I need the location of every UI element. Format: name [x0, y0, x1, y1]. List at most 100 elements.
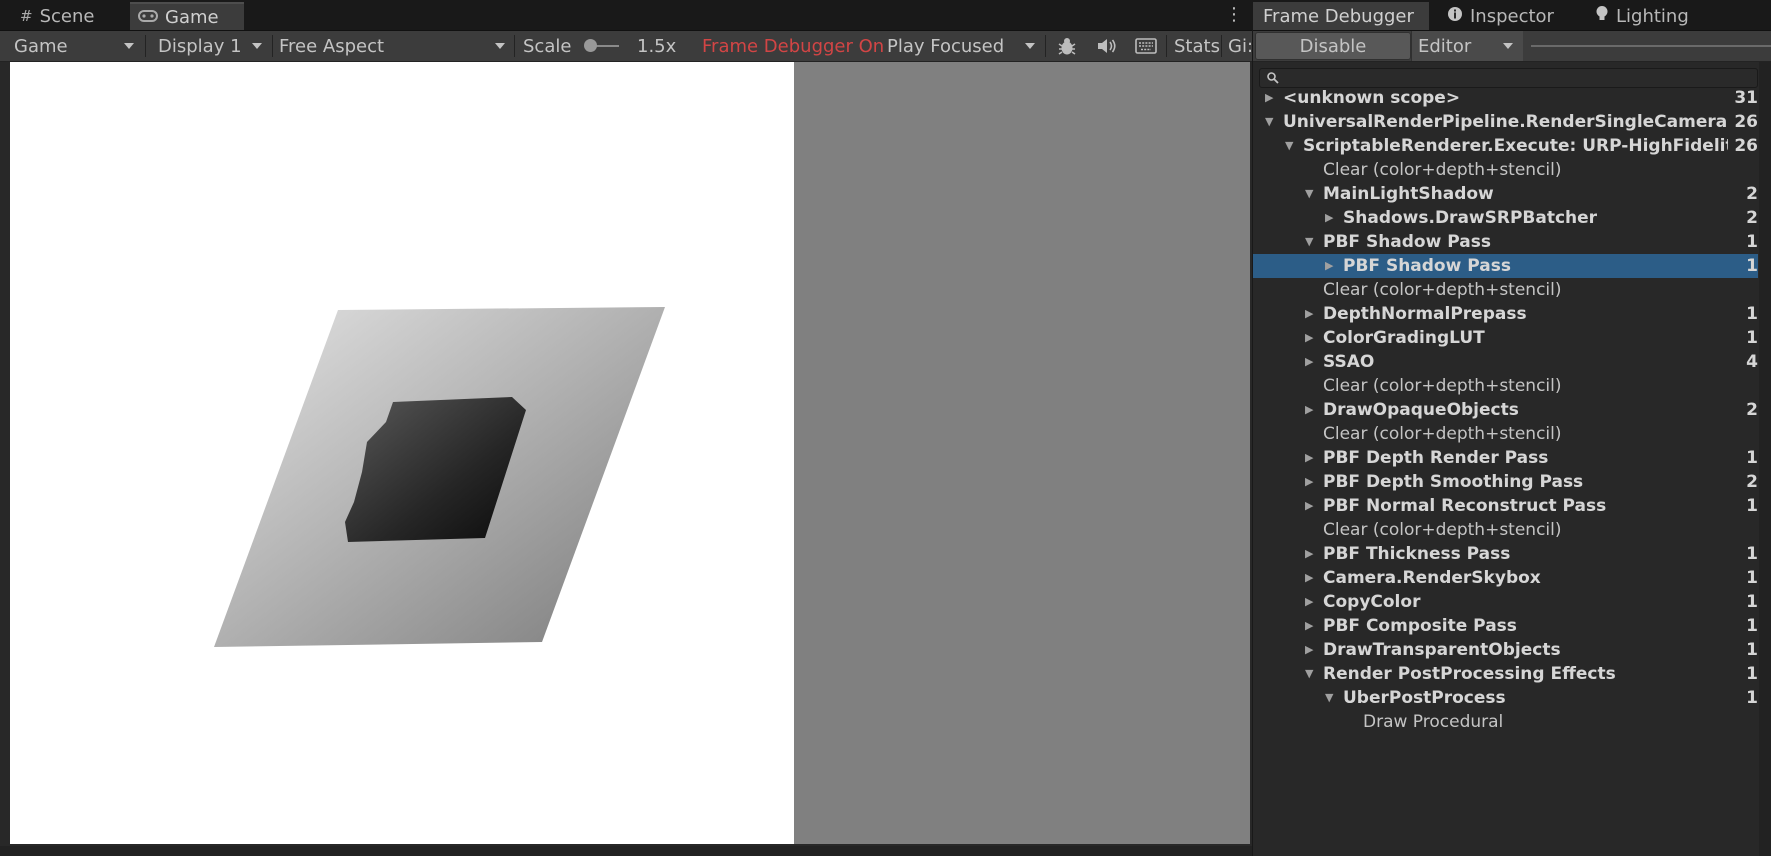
gizmos-toggle[interactable]: Gi:: [1222, 31, 1252, 61]
panel-menu-icon[interactable]: ⋮: [1225, 1, 1243, 29]
tree-row[interactable]: ▶ CopyColor 1: [1253, 590, 1758, 614]
tree-row[interactable]: ▶ PBF Depth Smoothing Pass 2: [1253, 470, 1758, 494]
bug-icon[interactable]: [1050, 31, 1080, 61]
tree-row[interactable]: Draw Procedural: [1253, 710, 1758, 734]
collapsed-arrow-icon[interactable]: ▶: [1265, 86, 1273, 110]
tree-row[interactable]: ▶ DrawTransparentObjects 1: [1253, 638, 1758, 662]
rendered-scene: [214, 307, 665, 647]
toolbar-divider: [514, 35, 515, 57]
tree-row-count: 26: [1734, 112, 1758, 132]
tree-row[interactable]: ▼ UberPostProcess 1: [1253, 686, 1758, 710]
tree-row[interactable]: ▼ PBF Shadow Pass 1: [1253, 230, 1758, 254]
collapsed-arrow-icon[interactable]: ▶: [1305, 398, 1313, 422]
keyboard-icon[interactable]: [1129, 31, 1161, 61]
tree-row-label: DrawOpaqueObjects: [1323, 400, 1519, 420]
tree-row[interactable]: ▶ PBF Normal Reconstruct Pass 1: [1253, 494, 1758, 518]
expanded-arrow-icon[interactable]: ▼: [1285, 134, 1293, 158]
tree-row[interactable]: Clear (color+depth+stencil): [1253, 374, 1758, 398]
game-view-render[interactable]: [10, 62, 794, 844]
tree-row[interactable]: Clear (color+depth+stencil): [1253, 278, 1758, 302]
view-select[interactable]: Game: [8, 31, 142, 61]
tree-row-count: 1: [1746, 640, 1758, 660]
collapsed-arrow-icon[interactable]: ▶: [1305, 614, 1313, 638]
tree-row-label: ScriptableRenderer.Execute: URP-HighFide…: [1303, 136, 1728, 156]
collapsed-arrow-icon[interactable]: ▶: [1305, 326, 1313, 350]
expanded-arrow-icon[interactable]: ▼: [1305, 662, 1313, 686]
aspect-select[interactable]: Free Aspect: [273, 31, 513, 61]
collapsed-arrow-icon[interactable]: ▶: [1305, 350, 1313, 374]
info-icon: [1447, 6, 1463, 27]
tree-row[interactable]: Clear (color+depth+stencil): [1253, 158, 1758, 182]
tree-row[interactable]: ▼ MainLightShadow 2: [1253, 182, 1758, 206]
tab-frame-debugger-label: Frame Debugger: [1263, 5, 1414, 27]
tree-row[interactable]: ▶ DepthNormalPrepass 1: [1253, 302, 1758, 326]
tree-row[interactable]: ▶ PBF Composite Pass 1: [1253, 614, 1758, 638]
letterbox-area: [794, 62, 1250, 844]
tree-row[interactable]: ▼ Render PostProcessing Effects 1: [1253, 662, 1758, 686]
tree-row-count: 1: [1746, 544, 1758, 564]
tree-row-count: 1: [1746, 256, 1758, 276]
tree-row[interactable]: ▶ PBF Depth Render Pass 1: [1253, 446, 1758, 470]
collapsed-arrow-icon[interactable]: ▶: [1305, 542, 1313, 566]
collapsed-arrow-icon[interactable]: ▶: [1305, 494, 1313, 518]
scale-slider-handle[interactable]: [584, 39, 597, 52]
tree-row-selected[interactable]: ▶ PBF Shadow Pass 1: [1253, 254, 1758, 278]
stats-toggle[interactable]: Stats: [1168, 31, 1220, 61]
tree-row[interactable]: ▼ UniversalRenderPipeline.RenderSingleCam…: [1253, 110, 1758, 134]
tree-row-label: PBF Depth Render Pass: [1323, 448, 1549, 468]
tree-row-label: PBF Composite Pass: [1323, 616, 1517, 636]
tab-inspector[interactable]: Inspector: [1437, 2, 1577, 30]
collapsed-arrow-icon[interactable]: ▶: [1305, 446, 1313, 470]
tree-row[interactable]: ▶ DrawOpaqueObjects 2: [1253, 398, 1758, 422]
tree-row[interactable]: Clear (color+depth+stencil): [1253, 518, 1758, 542]
expanded-arrow-icon[interactable]: ▼: [1305, 230, 1313, 254]
tab-scene[interactable]: # Scene: [12, 2, 122, 30]
display-select[interactable]: Display 1: [152, 31, 270, 61]
game-panel: # Scene Game ⋮ Game Display 1 Free Aspec…: [0, 0, 1252, 856]
collapsed-arrow-icon[interactable]: ▶: [1325, 206, 1333, 230]
collapsed-arrow-icon[interactable]: ▶: [1325, 254, 1333, 278]
collapsed-arrow-icon[interactable]: ▶: [1305, 470, 1313, 494]
stats-label: Stats: [1174, 35, 1220, 57]
scrollbar[interactable]: [1759, 62, 1771, 856]
collapsed-arrow-icon[interactable]: ▶: [1305, 638, 1313, 662]
event-limit-slider[interactable]: [1531, 45, 1771, 47]
tree-row[interactable]: ▶ PBF Thickness Pass 1: [1253, 542, 1758, 566]
tree-row-count: 1: [1746, 328, 1758, 348]
scale-label-text: Scale: [523, 35, 572, 57]
tree-row-count: 2: [1746, 400, 1758, 420]
tree-row-label: Clear (color+depth+stencil): [1323, 424, 1562, 444]
collapsed-arrow-icon[interactable]: ▶: [1305, 302, 1313, 326]
tab-lighting[interactable]: Lighting: [1585, 2, 1725, 30]
expanded-arrow-icon[interactable]: ▼: [1305, 182, 1313, 206]
tree-row-label: ColorGradingLUT: [1323, 328, 1485, 348]
tree-row[interactable]: ▶ Shadows.DrawSRPBatcher 2: [1253, 206, 1758, 230]
tree-row[interactable]: ▶ SSAO 4: [1253, 350, 1758, 374]
audio-icon[interactable]: [1090, 31, 1120, 61]
disable-button[interactable]: Disable: [1255, 32, 1411, 60]
play-mode-select[interactable]: Play Focused: [881, 31, 1043, 61]
right-tab-bar: Frame Debugger Inspector Lighting: [1253, 0, 1771, 31]
toolbar-divider: [1166, 35, 1167, 57]
tree-row[interactable]: Clear (color+depth+stencil): [1253, 422, 1758, 446]
tree-row[interactable]: ▶ ColorGradingLUT 1: [1253, 326, 1758, 350]
frame-debugger-toolbar: Disable Editor: [1253, 31, 1771, 62]
tree-row-label: Draw Procedural: [1363, 712, 1504, 732]
tree-row[interactable]: ▼ ScriptableRenderer.Execute: URP-HighFid…: [1253, 134, 1758, 158]
gizmos-label: Gi:: [1228, 35, 1252, 57]
expanded-arrow-icon[interactable]: ▼: [1325, 686, 1333, 710]
tree-row-label: Clear (color+depth+stencil): [1323, 520, 1562, 540]
target-select[interactable]: Editor: [1411, 31, 1523, 61]
tab-game[interactable]: Game: [130, 2, 244, 30]
tree-row-count: 2: [1746, 208, 1758, 228]
collapsed-arrow-icon[interactable]: ▶: [1305, 566, 1313, 590]
search-field[interactable]: [1259, 68, 1758, 89]
collapsed-arrow-icon[interactable]: ▶: [1305, 590, 1313, 614]
bottom-edge: [0, 846, 1252, 856]
tree-row-label: PBF Shadow Pass: [1323, 232, 1491, 252]
expanded-arrow-icon[interactable]: ▼: [1265, 110, 1273, 134]
tree-row[interactable]: ▶ <unknown scope> 31: [1253, 86, 1758, 110]
tree-row-count: 4: [1746, 352, 1758, 372]
tree-row[interactable]: ▶ Camera.RenderSkybox 1: [1253, 566, 1758, 590]
tab-frame-debugger[interactable]: Frame Debugger: [1253, 2, 1429, 30]
